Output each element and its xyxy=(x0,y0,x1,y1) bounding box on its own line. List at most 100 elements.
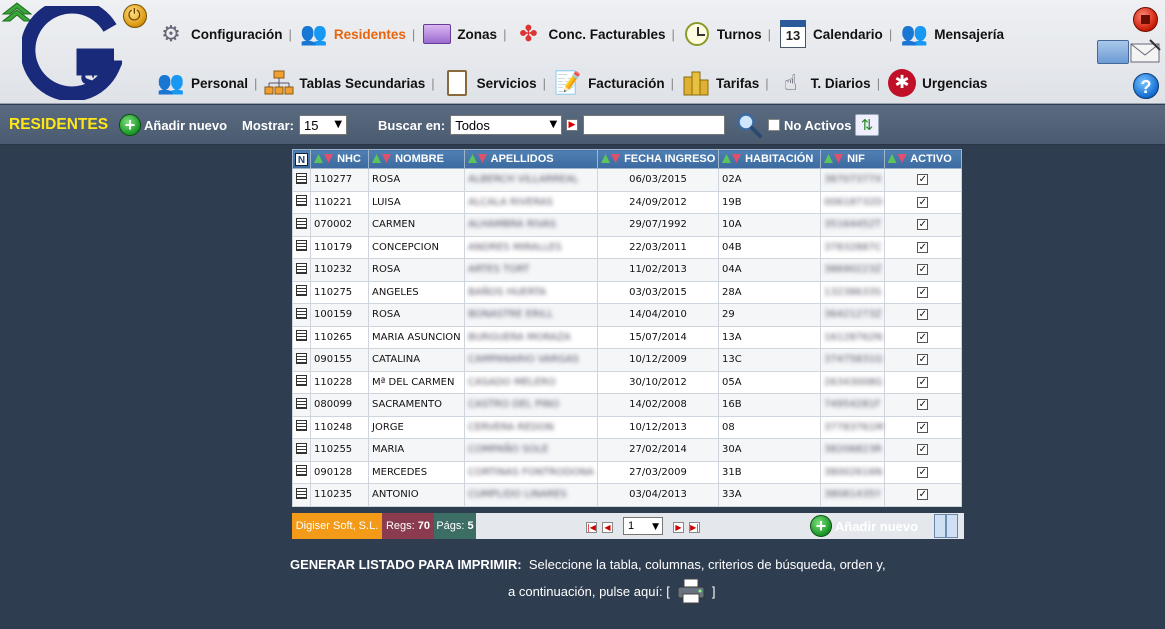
table-row[interactable]: 110265 MARIA ASUNCION BURGUERA MORAZA 15/07… xyxy=(292,325,963,349)
table-row[interactable]: 110277 ROSA ALBERCH VILLARREAL 06/03/2015 02… xyxy=(292,168,963,192)
active-checkbox[interactable]: ✓ xyxy=(917,354,929,366)
table-row[interactable]: 090155 CATALINA CAMPANARIO VARGAS 10/12/200… xyxy=(292,348,963,372)
cell-nif: 37783761M xyxy=(820,415,885,439)
nav-turnos[interactable]: Turnos xyxy=(681,18,762,50)
clock-icon xyxy=(681,18,713,50)
nav-facturacion[interactable]: 📝 Facturación xyxy=(552,67,664,99)
folder-icon[interactable] xyxy=(1097,40,1129,64)
add-new-button[interactable]: + Añadir nuevo xyxy=(119,105,227,145)
document-icon[interactable] xyxy=(296,195,307,207)
nav-configuracion[interactable]: ⚙ Configuración xyxy=(155,18,282,50)
nav-conc-facturables[interactable]: ✤ Conc. Facturables xyxy=(512,18,665,50)
active-checkbox[interactable]: ✓ xyxy=(917,376,929,388)
document-icon[interactable] xyxy=(296,487,307,499)
column-habitacion[interactable]: HABITACIÓN xyxy=(718,149,821,169)
document-icon[interactable] xyxy=(296,352,307,364)
document-icon[interactable] xyxy=(296,285,307,297)
nav-servicios[interactable]: Servicios xyxy=(441,67,537,99)
cell-apellidos: ARTES TORT xyxy=(464,258,598,282)
table-row[interactable]: 110232 ROSA ARTES TORT 11/02/2013 04A 3869022… xyxy=(292,258,963,282)
table-row[interactable]: 110179 CONCEPCION ANDRES MIRALLES 22/03/201… xyxy=(292,235,963,259)
page-select[interactable]: 1 ▼ xyxy=(623,517,663,535)
table-row[interactable]: 090128 MERCEDES CORTINAS FONTRODONA 27/03/2… xyxy=(292,460,963,484)
nav-personal[interactable]: 👥 Personal xyxy=(155,67,248,99)
table-row[interactable]: 110221 LUISA ALCALA RIVERAS 24/09/2012 19B 00… xyxy=(292,190,963,214)
column-n[interactable]: N xyxy=(292,149,311,169)
printer-icon[interactable] xyxy=(676,578,706,604)
search-icon[interactable] xyxy=(736,112,762,138)
help-icon[interactable]: ? xyxy=(1133,73,1159,99)
footer-add-new-button[interactable]: + Añadir nuevo xyxy=(810,515,918,537)
cell-apellidos: CASADO MELERO xyxy=(464,370,598,394)
table-row[interactable]: 080099 SACRAMENTO CASTRO DEL PINO 14/02/200… xyxy=(292,393,963,417)
first-page-icon[interactable]: |◀ xyxy=(586,522,597,533)
nav-tarifas[interactable]: Tarifas xyxy=(680,67,759,99)
table-row[interactable]: 110228 Mª DEL CARMEN CASADO MELERO 30/10/20… xyxy=(292,370,963,394)
table-row[interactable]: 110255 MARIA COMPAÑO SOLE 27/02/2014 30A 3820… xyxy=(292,438,963,462)
active-checkbox[interactable]: ✓ xyxy=(917,264,929,276)
columns-icon[interactable] xyxy=(934,514,958,538)
document-icon[interactable] xyxy=(296,262,307,274)
document-icon[interactable] xyxy=(296,397,307,409)
active-checkbox[interactable]: ✓ xyxy=(917,331,929,343)
filter-arrow-icon[interactable]: ▶ xyxy=(566,119,578,131)
sort-asc-icon xyxy=(314,154,323,163)
active-checkbox[interactable]: ✓ xyxy=(917,421,929,433)
nav-zonas[interactable]: Zonas xyxy=(421,18,497,50)
column-nombre[interactable]: NOMBRE xyxy=(368,149,465,169)
document-icon[interactable] xyxy=(296,442,307,454)
nav-residentes[interactable]: 👥 Residentes xyxy=(298,18,406,50)
table-row[interactable]: 110248 JORGE CERVERA REDON 10/12/2013 08 3778… xyxy=(292,415,963,439)
table-row[interactable]: 110275 ANGELES BAÑOS HUERTA 03/03/2015 28A 13… xyxy=(292,280,963,304)
document-icon[interactable] xyxy=(296,375,307,387)
power-icon[interactable] xyxy=(123,4,147,28)
document-icon[interactable] xyxy=(296,420,307,432)
document-icon[interactable] xyxy=(296,330,307,342)
nav-t-diarios[interactable]: ☝ T. Diarios xyxy=(775,67,871,99)
nav-tablas-secundarias[interactable]: Tablas Secundarias xyxy=(263,67,425,99)
mail-icon[interactable] xyxy=(1130,38,1162,64)
prev-page-icon[interactable]: ◀ xyxy=(602,522,613,533)
column-fecha-ingreso[interactable]: FECHA INGRESO xyxy=(597,149,719,169)
nav-calendario[interactable]: 13 Calendario xyxy=(777,18,883,50)
column-activo[interactable]: ACTIVO xyxy=(883,149,963,169)
column-apellidos[interactable]: APELLIDOS xyxy=(464,149,598,169)
search-input[interactable] xyxy=(583,115,725,135)
sort-asc-icon xyxy=(722,154,731,163)
search-field-select[interactable]: Todos ▼ xyxy=(450,115,563,135)
table-row[interactable]: 100159 ROSA BONASTRE ERILL 14/04/2010 29 3642… xyxy=(292,303,963,327)
column-nif[interactable]: NIF xyxy=(820,149,885,169)
refresh-icon[interactable]: ⇅ xyxy=(855,114,879,136)
table-row[interactable]: 070002 CARMEN ALHAMBRA RIVAS 29/07/1992 10A 3… xyxy=(292,213,963,237)
active-checkbox[interactable]: ✓ xyxy=(917,286,929,298)
no-active-filter[interactable]: No Activos xyxy=(768,105,851,145)
active-checkbox[interactable]: ✓ xyxy=(917,466,929,478)
document-icon[interactable] xyxy=(296,172,307,184)
stop-icon[interactable] xyxy=(1133,7,1158,32)
active-checkbox[interactable]: ✓ xyxy=(917,444,929,456)
active-checkbox[interactable]: ✓ xyxy=(917,241,929,253)
active-checkbox[interactable]: ✓ xyxy=(917,196,929,208)
cell-fecha-ingreso: 27/02/2014 xyxy=(597,438,719,462)
cell-apellidos: COMPAÑO SOLE xyxy=(464,438,598,462)
chevron-down-icon: ▼ xyxy=(334,119,343,130)
active-checkbox[interactable]: ✓ xyxy=(917,219,929,231)
nav-urgencias[interactable]: ✱ Urgencias xyxy=(886,67,987,99)
active-checkbox[interactable]: ✓ xyxy=(917,399,929,411)
nav-mensajeria[interactable]: 👥 Mensajería xyxy=(898,18,1005,50)
document-icon[interactable] xyxy=(296,307,307,319)
active-checkbox[interactable]: ✓ xyxy=(917,309,929,321)
last-page-icon[interactable]: ▶| xyxy=(689,522,700,533)
column-nhc[interactable]: NHC xyxy=(310,149,369,169)
row-detail-icon xyxy=(292,483,311,507)
document-icon[interactable] xyxy=(296,240,307,252)
document-icon[interactable] xyxy=(296,217,307,229)
cell-nombre: CATALINA xyxy=(368,348,465,372)
next-page-icon[interactable]: ▶ xyxy=(673,522,684,533)
document-icon[interactable] xyxy=(296,465,307,477)
no-active-checkbox[interactable] xyxy=(768,119,780,131)
active-checkbox[interactable]: ✓ xyxy=(917,489,929,501)
table-row[interactable]: 110235 ANTONIO CUMPLIDO LINARES 03/04/2013 3… xyxy=(292,483,963,507)
show-count-select[interactable]: 15 ▼ xyxy=(299,115,348,135)
active-checkbox[interactable]: ✓ xyxy=(917,174,929,186)
